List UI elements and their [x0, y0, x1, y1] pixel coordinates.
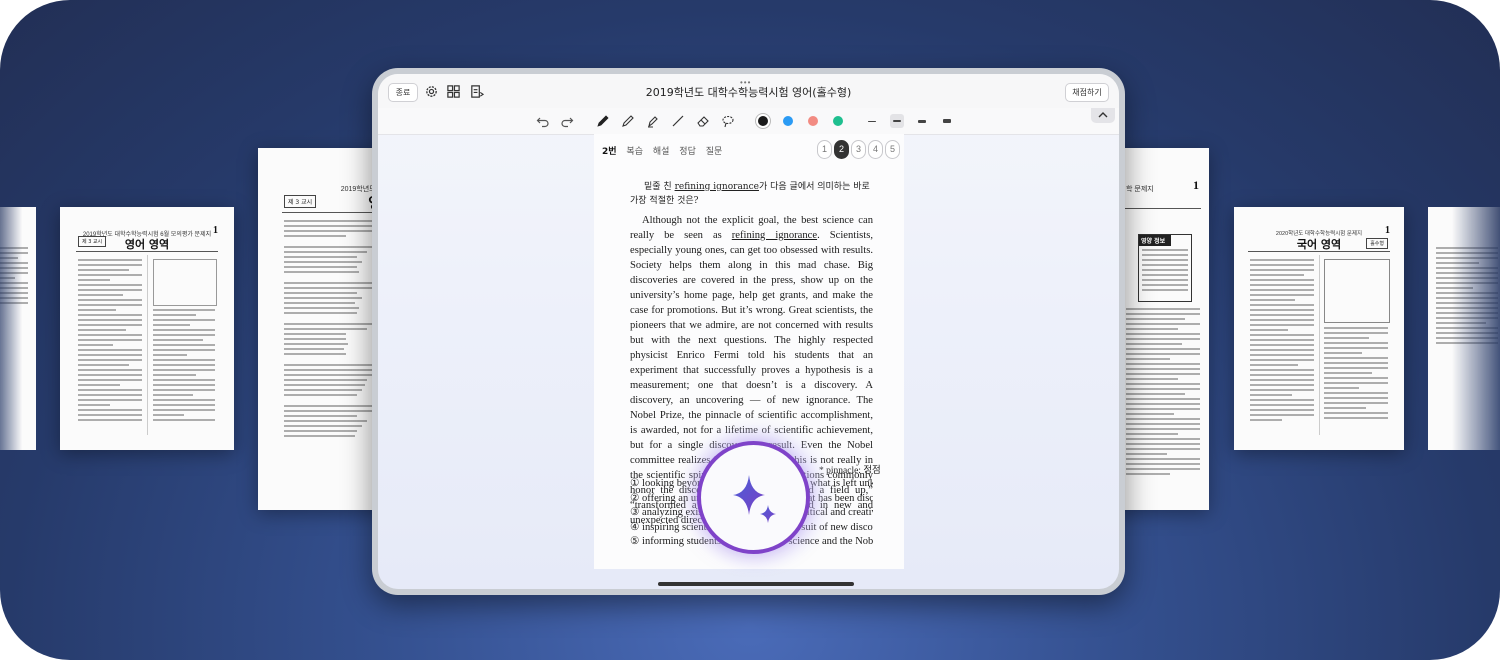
page-button-3[interactable]: 3 — [851, 140, 866, 159]
redo-icon[interactable] — [560, 114, 574, 128]
tablet-screen: ••• 종료 2019학년도 대학수학능력시험 영어(홀수형) 채점하기 2번 … — [378, 74, 1119, 589]
parity-badge: 홀수형 — [1366, 238, 1388, 249]
pen-icon[interactable] — [596, 114, 610, 128]
home-indicator[interactable] — [658, 582, 854, 586]
chevron-up-icon — [1098, 112, 1108, 118]
tab-answer[interactable]: 정답 — [679, 147, 696, 157]
thickness-medium[interactable] — [893, 120, 901, 122]
sparkle-icon — [733, 475, 776, 523]
drawing-toolbar — [378, 108, 1119, 135]
thickness-thickest[interactable] — [943, 119, 951, 123]
background-page-far-left — [0, 207, 36, 450]
tab-review[interactable]: 복습 — [626, 147, 643, 157]
nutrition-box-title: 영양 정보 — [1139, 235, 1171, 246]
background-page-far-right — [1428, 207, 1500, 450]
pencil-icon[interactable] — [621, 114, 635, 128]
thickness-thin[interactable] — [868, 121, 876, 122]
page-number: 1 — [1193, 178, 1199, 192]
tablet-device: ••• 종료 2019학년도 대학수학능력시험 영어(홀수형) 채점하기 2번 … — [372, 68, 1125, 595]
tab-question[interactable]: 질문 — [706, 147, 723, 157]
tab-explanation[interactable]: 해설 — [653, 147, 670, 157]
grid-icon[interactable] — [446, 84, 461, 99]
eraser-icon[interactable] — [696, 114, 710, 128]
stage-background: 2019학년도 대학수학능력시험 6월 모의평가 문제지 1 제 3 교시 영어… — [0, 0, 1500, 660]
document-title: 2019학년도 대학수학능력시험 영어(홀수형) — [645, 86, 852, 99]
thickness-thick[interactable] — [918, 120, 926, 123]
background-page-left-outer: 2019학년도 대학수학능력시험 6월 모의평가 문제지 1 제 3 교시 영어… — [60, 207, 234, 450]
lasso-icon[interactable] — [721, 114, 735, 128]
page-selector: 12345 — [815, 139, 900, 159]
app-top-bar: ••• 종료 2019학년도 대학수학능력시험 영어(홀수형) 채점하기 — [378, 74, 1119, 109]
line-icon[interactable] — [671, 114, 685, 128]
current-question-label: 2번 — [602, 147, 617, 157]
background-page-right-outer: 2020학년도 대학수학능력시험 문제지 1 국어 영역 홀수형 — [1234, 207, 1404, 450]
page-subject-title: 영어 영역 — [124, 238, 170, 251]
color-black[interactable] — [758, 116, 768, 126]
collapse-toolbar-button[interactable] — [1091, 108, 1115, 123]
page-button-1[interactable]: 1 — [817, 140, 832, 159]
ai-assistant-button[interactable] — [697, 441, 810, 554]
passage-underlined-phrase: refining ignorance — [731, 230, 818, 241]
document-icon[interactable] — [469, 84, 484, 99]
page-number: 1 — [1385, 225, 1390, 236]
color-blue[interactable] — [783, 116, 793, 126]
page-button-4[interactable]: 4 — [868, 140, 883, 159]
settings-icon[interactable] — [424, 84, 439, 99]
color-salmon[interactable] — [808, 116, 818, 126]
page-button-5[interactable]: 5 — [885, 140, 900, 159]
grade-button[interactable]: 채점하기 — [1065, 83, 1109, 102]
page-subject-title: 영 — [258, 192, 388, 213]
undo-icon[interactable] — [536, 114, 550, 128]
question-prompt: 밑줄 친 refining ignorance가 다음 글에서 의미하는 바로 … — [630, 182, 870, 206]
page-number: 1 — [213, 225, 218, 236]
end-button[interactable]: 종료 — [388, 83, 418, 102]
underlined-phrase: refining ignorance — [674, 182, 759, 192]
background-page-right-center: 학 문제지 1 영양 정보 — [1112, 148, 1209, 510]
highlighter-icon[interactable] — [646, 114, 660, 128]
question-tabs: 2번 복습 해설 정답 질문 — [602, 144, 729, 157]
color-teal[interactable] — [833, 116, 843, 126]
page-button-2[interactable]: 2 — [834, 140, 849, 159]
background-page-left-center: 2019학년도 대 제 3 교시 영 — [258, 148, 388, 510]
